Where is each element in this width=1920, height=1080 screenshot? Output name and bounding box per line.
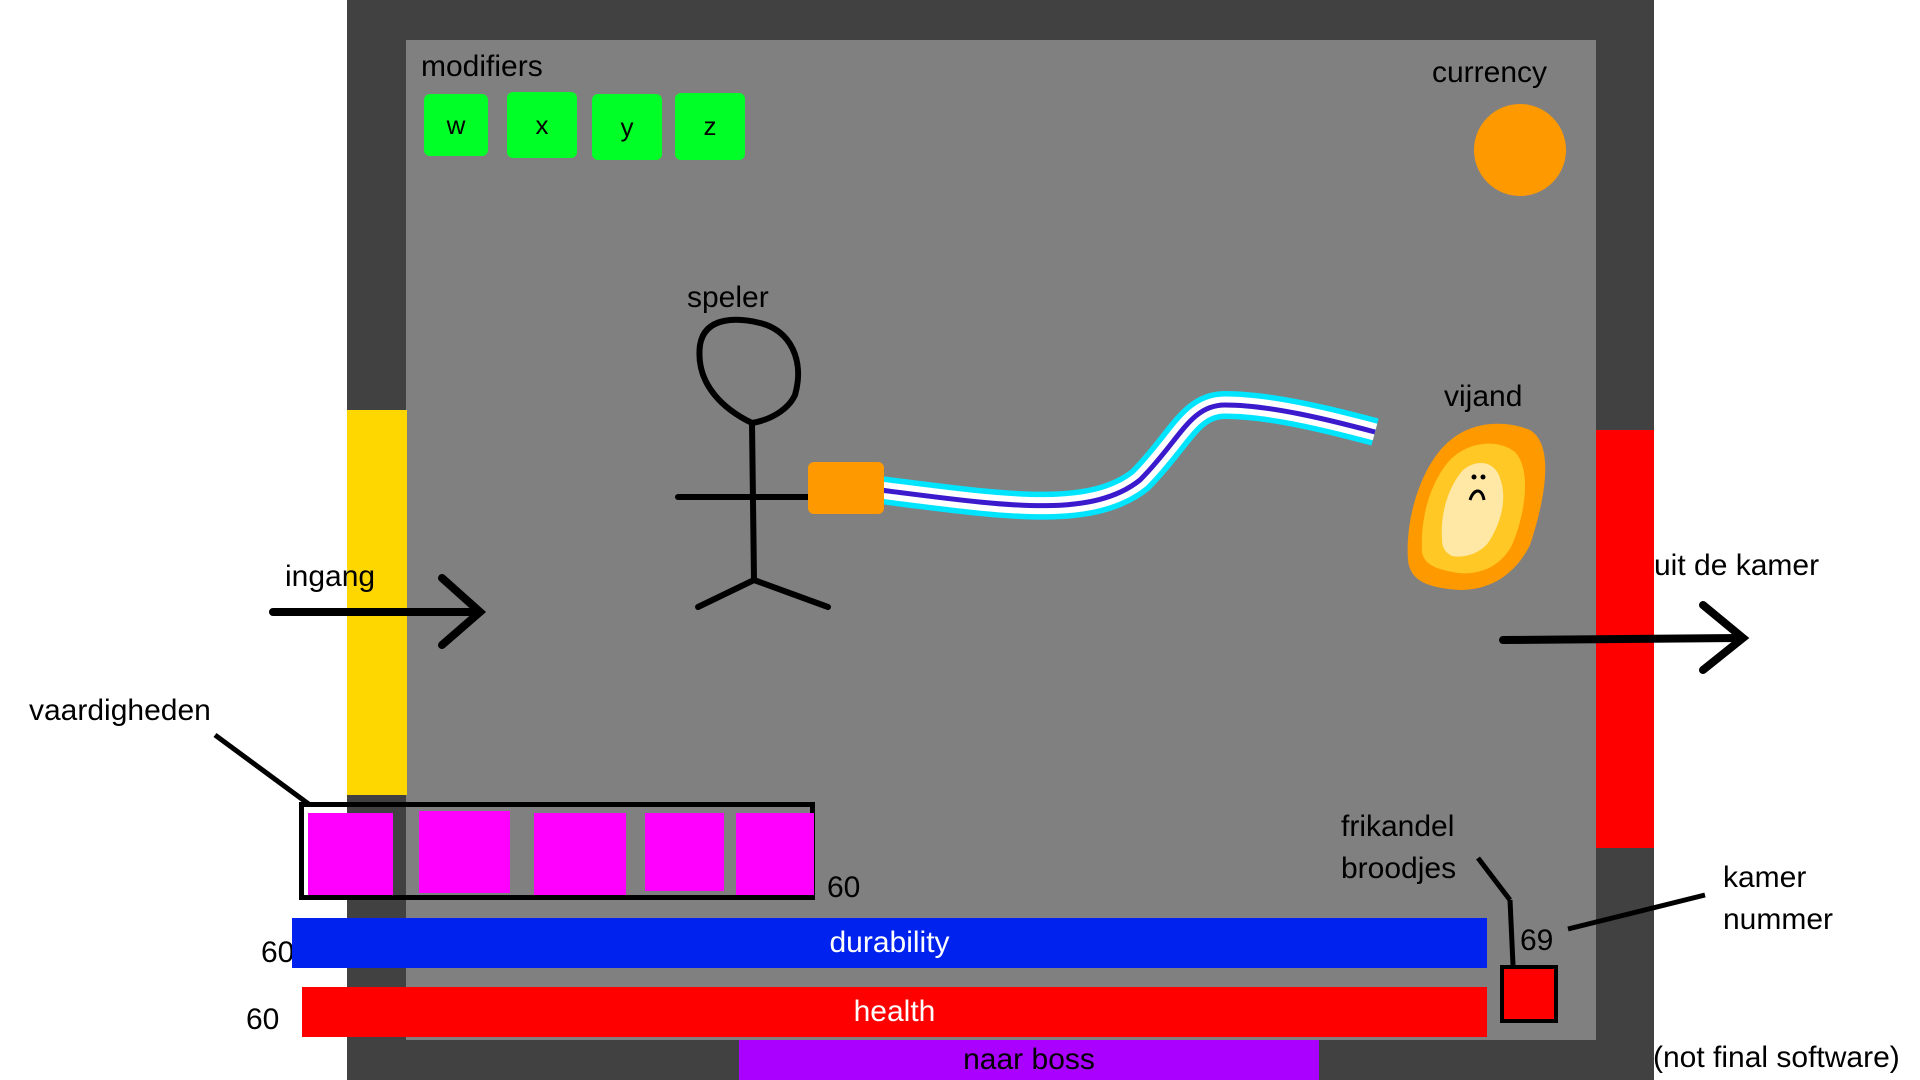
- health-value: 60: [246, 1003, 280, 1036]
- skill-slot-2[interactable]: [419, 811, 510, 893]
- skill-slot-3[interactable]: [534, 813, 626, 895]
- frikandel-callout-line-2: [1507, 899, 1516, 966]
- frikandel-label-line2: broodjes: [1341, 852, 1457, 885]
- health-label: health: [853, 995, 936, 1028]
- exit-arrow-icon: [1499, 601, 1750, 674]
- disclaimer-text: (not final software): [1653, 1041, 1900, 1074]
- enemy-fireball-icon[interactable]: [1407, 423, 1546, 590]
- room-number-label-line2: nummer: [1723, 903, 1834, 936]
- durability-label: durability: [829, 926, 950, 959]
- weapon-saber: [808, 390, 1379, 520]
- player-stick-figure[interactable]: [675, 316, 831, 610]
- boss-bar[interactable]: naar boss: [739, 1040, 1319, 1080]
- exit-label: uit de kamer: [1654, 549, 1820, 582]
- frikandel-callout-line: [1476, 856, 1512, 902]
- health-bar: health: [302, 987, 1487, 1037]
- room-number-value: 69: [1520, 924, 1554, 957]
- entrance-label: ingang: [285, 560, 376, 593]
- skills-callout-line: [213, 732, 312, 808]
- frikandel-item[interactable]: [1500, 965, 1558, 1023]
- skill-slot-4[interactable]: [645, 813, 724, 891]
- frikandel-label-line1: frikandel: [1341, 810, 1455, 843]
- skill-slot-5[interactable]: [736, 813, 814, 895]
- skills-label: vaardigheden: [29, 694, 211, 727]
- room-number-label-line1: kamer: [1723, 861, 1807, 894]
- skills-value: 60: [827, 871, 861, 904]
- durability-value: 60: [261, 936, 295, 969]
- skill-slot-1[interactable]: [308, 813, 393, 895]
- boss-label: naar boss: [963, 1043, 1095, 1076]
- durability-bar: durability: [292, 918, 1487, 968]
- room-number-callout-line: [1567, 892, 1706, 932]
